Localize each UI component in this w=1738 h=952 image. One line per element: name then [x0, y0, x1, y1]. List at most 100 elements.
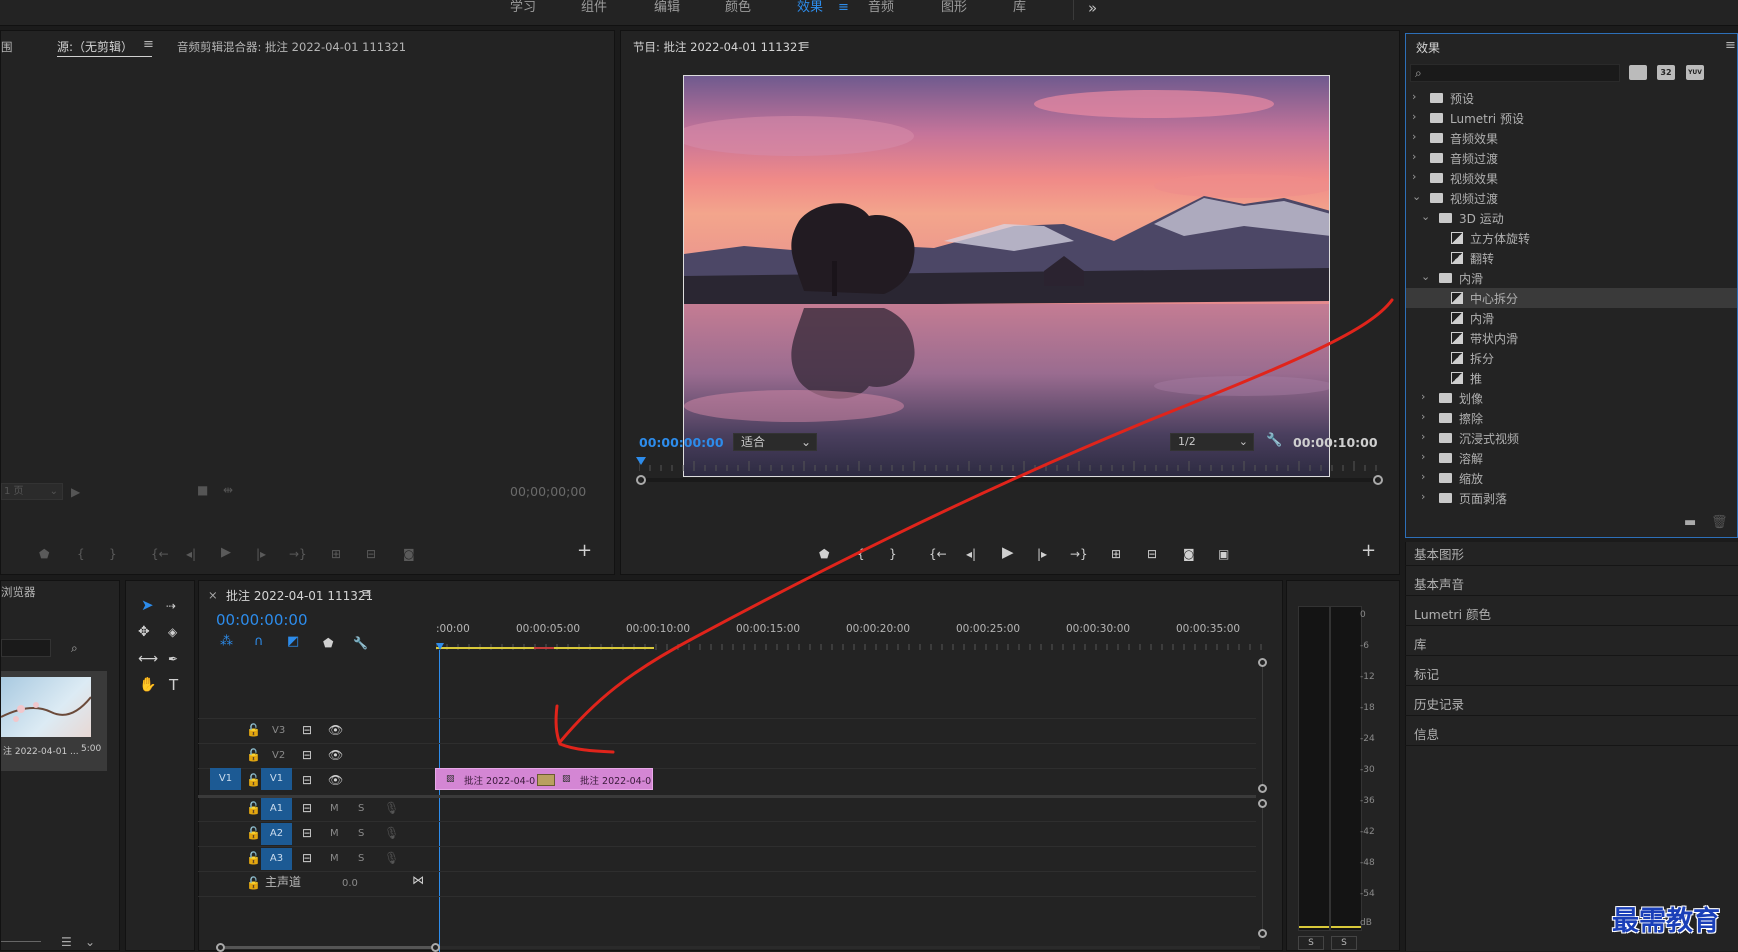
close-sequence-icon[interactable]: × [208, 588, 218, 602]
effects-tree-item[interactable]: 中心拆分 [1406, 288, 1737, 308]
step-back-icon[interactable]: ◂| [186, 548, 196, 560]
effects-tree-item[interactable]: › 页面剥落 [1406, 488, 1737, 508]
transition-marker-icon[interactable] [537, 774, 555, 786]
chevron-right-icon[interactable]: › [1412, 170, 1416, 183]
add-button-icon[interactable]: + [1361, 542, 1376, 560]
project-panel-title[interactable]: 浏览器 [1, 584, 36, 600]
sequence-tab[interactable]: 批注 2022-04-01 111321 [226, 587, 373, 604]
play-icon-small[interactable]: ▶ [71, 486, 80, 498]
lift-icon[interactable]: ⊞ [1111, 548, 1121, 560]
effects-tree-item[interactable]: › 音频过渡 [1406, 148, 1737, 168]
chevron-right-icon[interactable]: › [1412, 150, 1416, 163]
zoom-slider[interactable] [1, 941, 41, 942]
scroll-handle-right[interactable] [1373, 475, 1383, 485]
play-button-icon[interactable]: ▶ [221, 546, 231, 559]
effects-tree-item[interactable]: › Lumetri 预设 [1406, 108, 1737, 128]
mark-in-icon[interactable]: { [857, 548, 865, 560]
effects-tree-item[interactable]: 带状内滑 [1406, 328, 1737, 348]
overwrite-icon[interactable]: ⊟ [366, 548, 376, 560]
solo-right-button[interactable]: S [1331, 936, 1357, 950]
step-forward-icon[interactable]: |▸ [256, 548, 266, 560]
type-tool-icon[interactable]: T [169, 678, 178, 693]
chevron-right-icon[interactable]: › [1412, 130, 1416, 143]
track-name-a1[interactable]: A1 [261, 798, 292, 820]
chevron-right-icon[interactable]: › [1412, 110, 1416, 123]
panel-history[interactable]: 历史记录 [1414, 694, 1464, 713]
effects-tree-item[interactable]: › 预设 [1406, 88, 1737, 108]
add-button-icon[interactable]: + [577, 542, 592, 560]
solo-left-button[interactable]: S [1298, 936, 1324, 950]
effects-tree-item[interactable]: ⌄ 内滑 [1406, 268, 1737, 288]
add-marker-icon[interactable]: ⬟ [39, 548, 49, 560]
lock-icon[interactable]: 🔓 [246, 827, 261, 839]
add-marker-icon[interactable]: ⬟ [323, 637, 333, 649]
fit-select[interactable]: 适合 ⌄ [733, 433, 817, 451]
sort-icon[interactable]: ☰ [61, 936, 72, 948]
workspace-overflow-icon[interactable]: » [1088, 0, 1097, 16]
mark-out-icon[interactable]: } [109, 548, 117, 560]
mute-button[interactable]: M [330, 853, 339, 865]
safe-margin-icon[interactable]: ■ [197, 484, 208, 496]
sync-lock-icon[interactable]: ⊟ [302, 749, 312, 761]
panel-markers[interactable]: 标记 [1414, 664, 1439, 683]
effects-search-input[interactable]: ⌕ [1410, 64, 1620, 82]
playhead-icon[interactable] [636, 457, 646, 465]
selection-tool-icon[interactable]: ➤ [141, 598, 154, 613]
timeline-settings-icon[interactable]: 🔧 [353, 637, 368, 649]
program-monitor-title[interactable]: 节目: 批注 2022-04-01 111321 [633, 39, 805, 55]
track-select-tool-icon[interactable]: ⇢ [166, 600, 176, 612]
go-to-in-icon[interactable]: {← [151, 548, 169, 560]
project-search-input[interactable] [1, 639, 51, 657]
page-select[interactable]: 1 页 ⌄ [1, 483, 63, 500]
clip-thumbnail-card[interactable]: 注 2022-04-01 ... 5:00 [1, 671, 107, 771]
program-time-ruler[interactable] [639, 461, 1379, 471]
effects-tree-item[interactable]: › 音频效果 [1406, 128, 1737, 148]
source-patch-v1[interactable]: V1 [210, 768, 241, 790]
effects-tree-item[interactable]: › 溶解 [1406, 448, 1737, 468]
effects-tree-item[interactable]: › 沉浸式视频 [1406, 428, 1737, 448]
effects-tree-item[interactable]: 推 [1406, 368, 1737, 388]
scroll-handle-left[interactable] [636, 475, 646, 485]
comparison-view-icon[interactable]: ▣ [1218, 548, 1229, 560]
tab-source[interactable]: 源:（无剪辑） [57, 38, 133, 55]
pen-tool-icon[interactable]: ✒ [168, 653, 178, 665]
effects-tree-item[interactable]: ⌄ 视频过渡 [1406, 188, 1737, 208]
track-name-v1[interactable]: V1 [261, 768, 292, 790]
effects-tree-item[interactable]: › 视频效果 [1406, 168, 1737, 188]
trash-icon[interactable]: 🗑 [1711, 516, 1728, 529]
go-to-out-icon[interactable]: →} [1070, 548, 1088, 560]
chevron-right-icon[interactable]: › [1421, 470, 1425, 483]
mute-button[interactable]: M [330, 828, 339, 840]
nest-sequence-icon[interactable]: ⁂ [220, 635, 233, 648]
timeline-timecode[interactable]: 00:00:00:00 [216, 611, 308, 629]
workspace-tab-graphics[interactable]: 图形 [941, 0, 967, 16]
lock-icon[interactable]: 🔓 [246, 749, 261, 761]
play-button-icon[interactable]: ▶ [1002, 545, 1014, 560]
wrench-icon[interactable]: 🔧 [1266, 434, 1282, 447]
panel-info[interactable]: 信息 [1414, 724, 1439, 743]
eye-icon[interactable]: 👁 [328, 724, 343, 736]
source-tab-menu-icon[interactable]: ≡ [143, 37, 154, 52]
lock-icon[interactable]: 🔓 [246, 852, 261, 864]
lock-icon[interactable]: 🔓 [246, 802, 261, 814]
h-scroll-track[interactable] [440, 946, 1260, 949]
track-name-v2[interactable]: V2 [272, 750, 285, 762]
h-scroll-thumb[interactable] [225, 946, 431, 949]
chevron-down-icon[interactable]: ⌄ [85, 936, 95, 948]
solo-button[interactable]: S [358, 803, 364, 815]
v-scroll-handle[interactable] [1258, 799, 1267, 808]
panel-essential-graphics[interactable]: 基本图形 [1414, 544, 1464, 563]
chevron-right-icon[interactable]: › [1421, 450, 1425, 463]
workspace-tab-libraries[interactable]: 库 [1013, 0, 1026, 16]
master-volume-value[interactable]: 0.0 [342, 878, 358, 890]
add-marker-icon[interactable]: ⬟ [819, 548, 829, 560]
microphone-icon[interactable]: 🎙 [384, 802, 399, 814]
step-back-icon[interactable]: ◂| [966, 548, 976, 560]
lock-icon[interactable]: 🔓 [246, 724, 261, 736]
effects-tree-item[interactable]: 拆分 [1406, 348, 1737, 368]
solo-button[interactable]: S [358, 853, 364, 865]
source-timecode[interactable]: 00;00;00;00 [510, 484, 586, 499]
new-bin-icon[interactable]: ▬ [1684, 516, 1696, 529]
v-scroll-handle[interactable] [1258, 929, 1267, 938]
effects-tree-item[interactable]: 立方体旋转 [1406, 228, 1737, 248]
